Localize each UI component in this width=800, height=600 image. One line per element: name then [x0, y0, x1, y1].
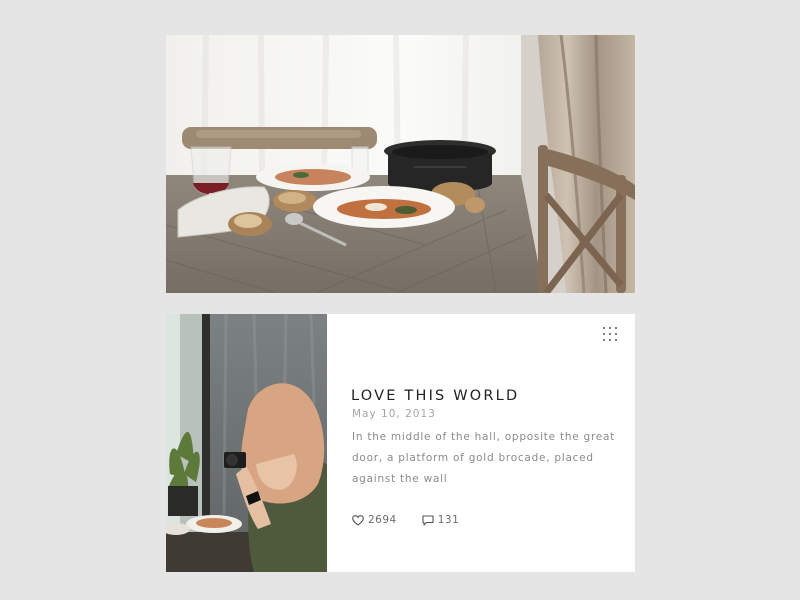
grid-menu-button[interactable] — [603, 327, 619, 343]
post-card: LOVE THIS WORLD May 10, 2013 In the midd… — [166, 314, 635, 572]
comment-count: 131 — [437, 514, 460, 526]
post-title[interactable]: LOVE THIS WORLD — [351, 388, 519, 404]
post-stats: 2694 131 — [352, 514, 459, 526]
woman-photographing-food-image — [166, 314, 327, 572]
dining-table-image — [166, 35, 635, 293]
like-count: 2694 — [368, 514, 397, 526]
heart-icon — [352, 514, 364, 526]
food-photo-card[interactable] — [166, 35, 635, 293]
like-button[interactable]: 2694 — [352, 514, 397, 526]
post-excerpt: In the middle of the hall, opposite the … — [352, 431, 616, 485]
comment-button[interactable]: 131 — [422, 514, 460, 526]
grid-dots-icon — [603, 327, 605, 329]
speech-bubble-icon — [422, 514, 434, 526]
post-photo[interactable] — [166, 314, 327, 572]
post-date: May 10, 2013 — [352, 408, 436, 420]
